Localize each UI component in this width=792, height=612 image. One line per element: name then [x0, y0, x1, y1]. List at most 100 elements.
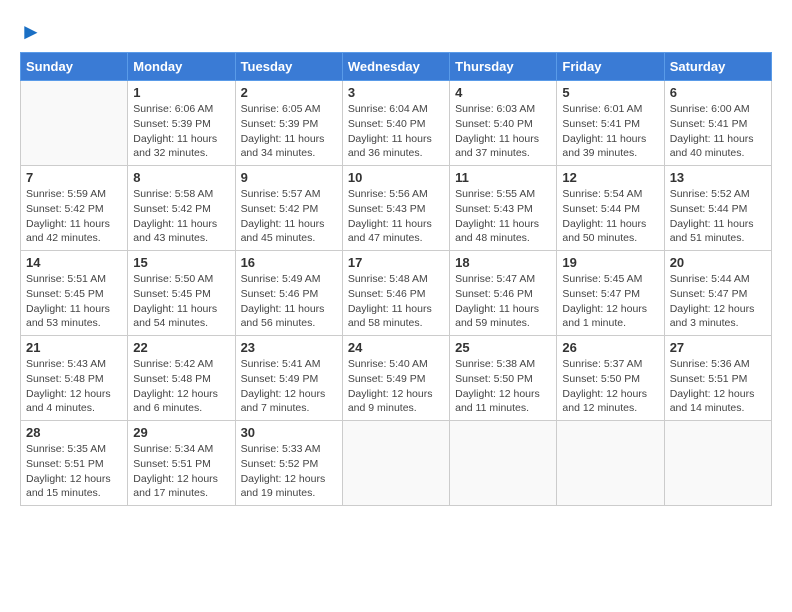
weekday-header-sunday: Sunday [21, 53, 128, 81]
day-info: Sunrise: 6:04 AMSunset: 5:40 PMDaylight:… [348, 102, 444, 161]
calendar-cell: 20Sunrise: 5:44 AMSunset: 5:47 PMDayligh… [664, 251, 771, 336]
day-info: Sunrise: 6:01 AMSunset: 5:41 PMDaylight:… [562, 102, 658, 161]
day-number: 18 [455, 255, 551, 270]
day-info: Sunrise: 5:52 AMSunset: 5:44 PMDaylight:… [670, 187, 766, 246]
day-number: 14 [26, 255, 122, 270]
weekday-header-row: SundayMondayTuesdayWednesdayThursdayFrid… [21, 53, 772, 81]
day-info: Sunrise: 5:58 AMSunset: 5:42 PMDaylight:… [133, 187, 229, 246]
calendar-cell: 13 Sunrise: 5:52 AMSunset: 5:44 PMDayligh… [664, 166, 771, 251]
calendar-cell: 5 Sunrise: 6:01 AMSunset: 5:41 PMDaylight… [557, 81, 664, 166]
calendar-cell: 9 Sunrise: 5:57 AMSunset: 5:42 PMDaylight… [235, 166, 342, 251]
calendar-cell: 27 Sunrise: 5:36 AMSunset: 5:51 PMDayligh… [664, 336, 771, 421]
day-info: Sunrise: 6:05 AMSunset: 5:39 PMDaylight:… [241, 102, 337, 161]
calendar-cell: 15 Sunrise: 5:50 AMSunset: 5:45 PMDayligh… [128, 251, 235, 336]
day-info: Sunrise: 5:40 AMSunset: 5:49 PMDaylight:… [348, 357, 444, 416]
calendar-cell [342, 421, 449, 506]
calendar-cell: 16 Sunrise: 5:49 AMSunset: 5:46 PMDayligh… [235, 251, 342, 336]
calendar-cell: 30Sunrise: 5:33 AMSunset: 5:52 PMDayligh… [235, 421, 342, 506]
day-number: 4 [455, 85, 551, 100]
day-info: Sunrise: 5:49 AMSunset: 5:46 PMDaylight:… [241, 272, 337, 331]
weekday-header-monday: Monday [128, 53, 235, 81]
day-number: 1 [133, 85, 229, 100]
day-number: 10 [348, 170, 444, 185]
day-info: Sunrise: 5:50 AMSunset: 5:45 PMDaylight:… [133, 272, 229, 331]
day-number: 8 [133, 170, 229, 185]
logo-text: ► [20, 20, 42, 44]
day-number: 26 [562, 340, 658, 355]
day-info: Sunrise: 5:43 AMSunset: 5:48 PMDaylight:… [26, 357, 122, 416]
day-number: 21 [26, 340, 122, 355]
day-number: 23 [241, 340, 337, 355]
day-number: 3 [348, 85, 444, 100]
calendar-cell: 24 Sunrise: 5:40 AMSunset: 5:49 PMDayligh… [342, 336, 449, 421]
day-info: Sunrise: 5:38 AMSunset: 5:50 PMDaylight:… [455, 357, 551, 416]
calendar-cell: 22 Sunrise: 5:42 AMSunset: 5:48 PMDayligh… [128, 336, 235, 421]
calendar-cell: 23 Sunrise: 5:41 AMSunset: 5:49 PMDayligh… [235, 336, 342, 421]
calendar-week-row: 21 Sunrise: 5:43 AMSunset: 5:48 PMDayligh… [21, 336, 772, 421]
calendar-cell: 21 Sunrise: 5:43 AMSunset: 5:48 PMDayligh… [21, 336, 128, 421]
calendar-week-row: 7 Sunrise: 5:59 AMSunset: 5:42 PMDaylight… [21, 166, 772, 251]
day-info: Sunrise: 6:06 AMSunset: 5:39 PMDaylight:… [133, 102, 229, 161]
calendar-cell: 25 Sunrise: 5:38 AMSunset: 5:50 PMDayligh… [450, 336, 557, 421]
calendar-cell: 1 Sunrise: 6:06 AMSunset: 5:39 PMDaylight… [128, 81, 235, 166]
calendar-cell: 11 Sunrise: 5:55 AMSunset: 5:43 PMDayligh… [450, 166, 557, 251]
day-info: Sunrise: 5:36 AMSunset: 5:51 PMDaylight:… [670, 357, 766, 416]
calendar-week-row: 1 Sunrise: 6:06 AMSunset: 5:39 PMDaylight… [21, 81, 772, 166]
day-number: 2 [241, 85, 337, 100]
calendar-week-row: 28 Sunrise: 5:35 AMSunset: 5:51 PMDayligh… [21, 421, 772, 506]
calendar-cell: 19 Sunrise: 5:45 AMSunset: 5:47 PMDayligh… [557, 251, 664, 336]
day-number: 5 [562, 85, 658, 100]
day-number: 24 [348, 340, 444, 355]
day-info: Sunrise: 5:54 AMSunset: 5:44 PMDaylight:… [562, 187, 658, 246]
day-info: Sunrise: 5:35 AMSunset: 5:51 PMDaylight:… [26, 442, 122, 501]
day-number: 16 [241, 255, 337, 270]
calendar-cell: 4Sunrise: 6:03 AMSunset: 5:40 PMDaylight… [450, 81, 557, 166]
day-info: Sunrise: 5:57 AMSunset: 5:42 PMDaylight:… [241, 187, 337, 246]
calendar-week-row: 14Sunrise: 5:51 AMSunset: 5:45 PMDayligh… [21, 251, 772, 336]
day-number: 6 [670, 85, 766, 100]
day-number: 19 [562, 255, 658, 270]
calendar-cell: 29 Sunrise: 5:34 AMSunset: 5:51 PMDayligh… [128, 421, 235, 506]
calendar-cell [664, 421, 771, 506]
day-info: Sunrise: 5:45 AMSunset: 5:47 PMDaylight:… [562, 272, 658, 331]
calendar-cell: 7 Sunrise: 5:59 AMSunset: 5:42 PMDaylight… [21, 166, 128, 251]
day-info: Sunrise: 5:37 AMSunset: 5:50 PMDaylight:… [562, 357, 658, 416]
calendar-cell [21, 81, 128, 166]
day-number: 13 [670, 170, 766, 185]
day-number: 7 [26, 170, 122, 185]
day-number: 15 [133, 255, 229, 270]
day-info: Sunrise: 5:34 AMSunset: 5:51 PMDaylight:… [133, 442, 229, 501]
calendar-cell: 18 Sunrise: 5:47 AMSunset: 5:46 PMDayligh… [450, 251, 557, 336]
day-info: Sunrise: 5:59 AMSunset: 5:42 PMDaylight:… [26, 187, 122, 246]
day-number: 29 [133, 425, 229, 440]
weekday-header-friday: Friday [557, 53, 664, 81]
day-number: 28 [26, 425, 122, 440]
day-number: 27 [670, 340, 766, 355]
calendar-cell: 26 Sunrise: 5:37 AMSunset: 5:50 PMDayligh… [557, 336, 664, 421]
calendar-cell: 2 Sunrise: 6:05 AMSunset: 5:39 PMDaylight… [235, 81, 342, 166]
day-info: Sunrise: 5:41 AMSunset: 5:49 PMDaylight:… [241, 357, 337, 416]
calendar-table: SundayMondayTuesdayWednesdayThursdayFrid… [20, 52, 772, 506]
day-number: 12 [562, 170, 658, 185]
calendar-cell: 12 Sunrise: 5:54 AMSunset: 5:44 PMDayligh… [557, 166, 664, 251]
weekday-header-tuesday: Tuesday [235, 53, 342, 81]
day-number: 22 [133, 340, 229, 355]
day-info: Sunrise: 5:42 AMSunset: 5:48 PMDaylight:… [133, 357, 229, 416]
calendar-cell [450, 421, 557, 506]
day-info: Sunrise: 6:00 AMSunset: 5:41 PMDaylight:… [670, 102, 766, 161]
day-number: 30 [241, 425, 337, 440]
calendar-cell: 10 Sunrise: 5:56 AMSunset: 5:43 PMDayligh… [342, 166, 449, 251]
day-info: Sunrise: 5:56 AMSunset: 5:43 PMDaylight:… [348, 187, 444, 246]
day-number: 11 [455, 170, 551, 185]
calendar-cell: 6 Sunrise: 6:00 AMSunset: 5:41 PMDaylight… [664, 81, 771, 166]
calendar-cell: 14Sunrise: 5:51 AMSunset: 5:45 PMDayligh… [21, 251, 128, 336]
day-info: Sunrise: 5:55 AMSunset: 5:43 PMDaylight:… [455, 187, 551, 246]
day-number: 25 [455, 340, 551, 355]
day-info: Sunrise: 5:47 AMSunset: 5:46 PMDaylight:… [455, 272, 551, 331]
day-number: 9 [241, 170, 337, 185]
day-info: Sunrise: 5:48 AMSunset: 5:46 PMDaylight:… [348, 272, 444, 331]
calendar-cell: 8 Sunrise: 5:58 AMSunset: 5:42 PMDaylight… [128, 166, 235, 251]
calendar-cell: 17Sunrise: 5:48 AMSunset: 5:46 PMDayligh… [342, 251, 449, 336]
logo: ► [20, 20, 42, 42]
calendar-cell: 3 Sunrise: 6:04 AMSunset: 5:40 PMDaylight… [342, 81, 449, 166]
